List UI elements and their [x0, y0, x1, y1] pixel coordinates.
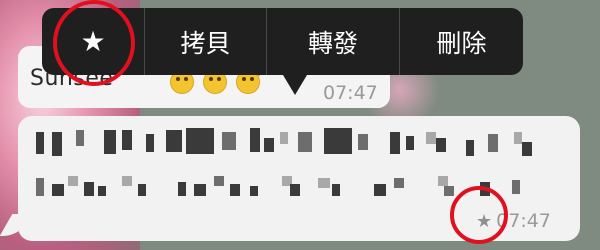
highlight-circle-star-button [53, 0, 135, 86]
copy-button[interactable]: 拷貝 [144, 8, 266, 75]
delete-button[interactable]: 刪除 [399, 8, 523, 75]
message-timestamp: 07:47 [323, 82, 378, 104]
forward-button[interactable]: 轉發 [266, 8, 399, 75]
highlight-circle-star-indicator [450, 186, 508, 244]
